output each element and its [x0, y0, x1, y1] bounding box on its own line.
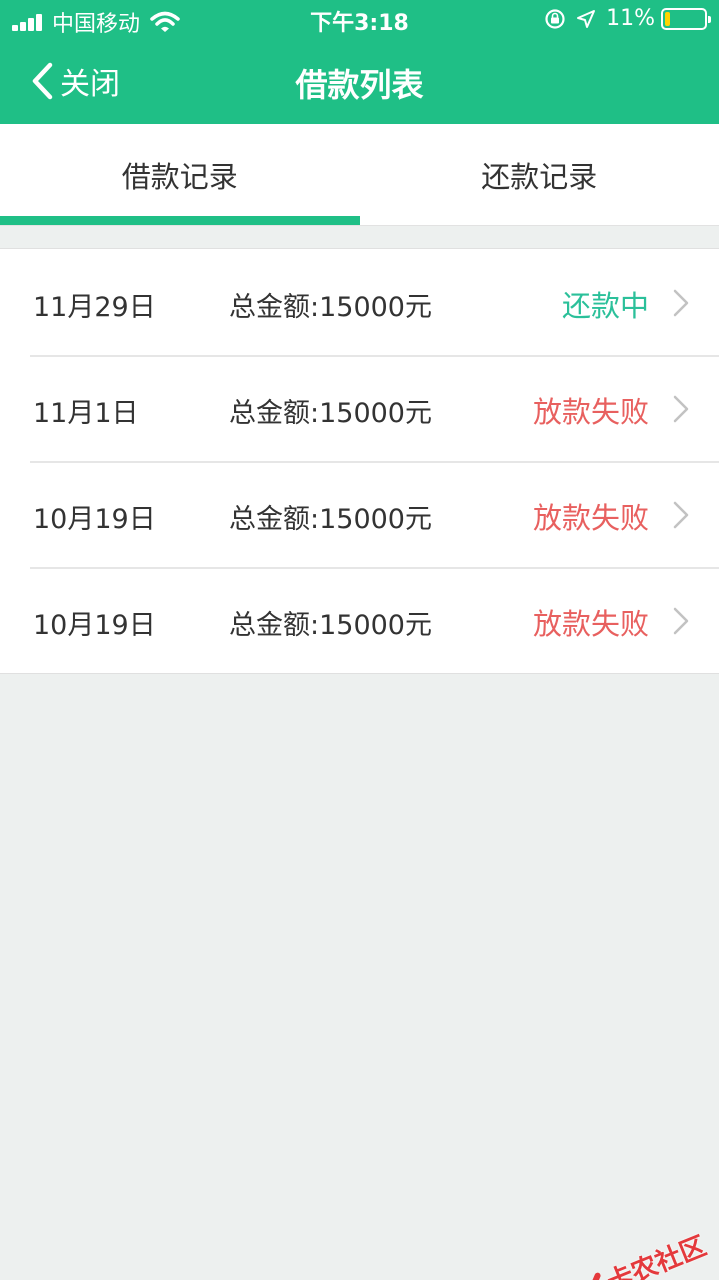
- carrier-label: 中国移动: [52, 12, 141, 37]
- loan-status: 放款失败: [532, 395, 649, 429]
- record-tabs: 借款记录 还款记录: [0, 124, 719, 226]
- loan-amount: 总金额:15000元: [229, 292, 432, 323]
- loan-date: 10月19日: [33, 504, 156, 535]
- loan-list: 11月29日 总金额:15000元 还款中 11月1日 总金额:15000元 放…: [0, 248, 719, 674]
- tab-loan-records[interactable]: 借款记录: [0, 124, 360, 225]
- status-bar: 中国移动 下午3:18 11%: [0, 0, 719, 40]
- chevron-right-icon: [673, 607, 689, 635]
- loan-status: 还款中: [561, 289, 649, 323]
- location-arrow-icon: [577, 9, 596, 28]
- chevron-right-icon: [673, 395, 689, 423]
- loan-date: 11月1日: [33, 398, 139, 429]
- loan-row[interactable]: 10月19日 总金额:15000元 放款失败: [0, 567, 719, 673]
- loan-row[interactable]: 11月29日 总金额:15000元 还款中: [0, 249, 719, 355]
- close-button[interactable]: 关闭: [26, 56, 120, 106]
- app-header: 中国移动 下午3:18 11% 关闭 借款列表: [0, 0, 719, 124]
- nav-bar: 关闭 借款列表: [0, 40, 719, 124]
- chevron-left-icon: [32, 62, 53, 100]
- loan-status: 放款失败: [532, 501, 649, 535]
- tab-repayment-records[interactable]: 还款记录: [360, 124, 719, 225]
- loan-amount: 总金额:15000元: [229, 504, 432, 535]
- battery-percent: 11%: [606, 6, 655, 31]
- rotation-lock-icon: [545, 8, 565, 29]
- watermark-text: 卡农社区: [602, 1231, 711, 1280]
- close-label: 关闭: [60, 67, 120, 102]
- battery-fill: [665, 11, 670, 26]
- status-right: 11%: [544, 6, 711, 31]
- chevron-right-icon: [673, 289, 689, 317]
- chevron-right-icon: [673, 501, 689, 529]
- loan-status: 放款失败: [532, 607, 649, 641]
- loan-date: 11月29日: [33, 292, 156, 323]
- loan-row[interactable]: 11月1日 总金额:15000元 放款失败: [0, 355, 719, 461]
- watermark: 卡农社区: [573, 1226, 711, 1280]
- loan-amount: 总金额:15000元: [229, 610, 432, 641]
- wifi-icon: [150, 11, 180, 32]
- signal-icon: [12, 13, 44, 31]
- status-left: 中国移动: [12, 6, 180, 38]
- loan-amount: 总金额:15000元: [229, 398, 432, 429]
- loan-row[interactable]: 10月19日 总金额:15000元 放款失败: [0, 461, 719, 567]
- loan-date: 10月19日: [33, 610, 156, 641]
- battery-icon: [661, 7, 711, 30]
